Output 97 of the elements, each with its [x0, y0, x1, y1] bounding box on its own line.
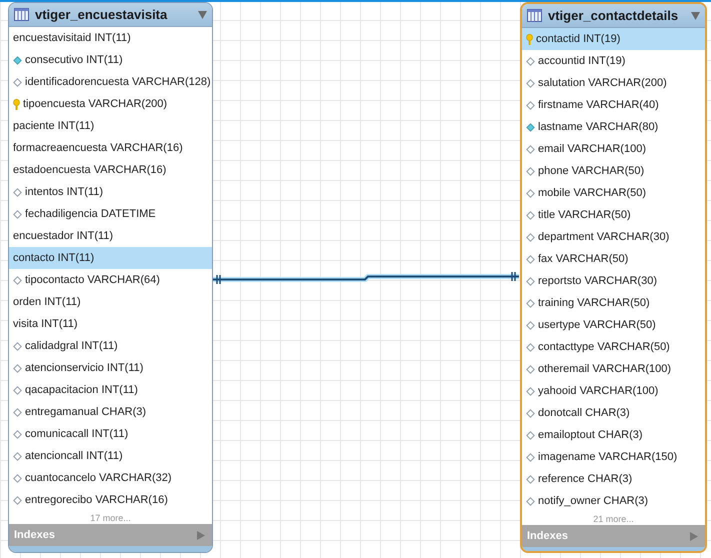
- column-label: notify_owner CHAR(3): [538, 494, 648, 509]
- column-label: estadoencuesta VARCHAR(16): [13, 162, 166, 178]
- key-icon: [526, 34, 533, 44]
- collapse-triangle-icon[interactable]: [691, 12, 700, 20]
- diamond-icon: [13, 342, 22, 350]
- column-label: imagename VARCHAR(150): [538, 450, 678, 465]
- column-row[interactable]: contactid INT(19): [522, 28, 705, 50]
- table-title: vtiger_contactdetails: [548, 6, 678, 25]
- collapse-triangle-icon[interactable]: [198, 10, 207, 18]
- diamond-icon: [13, 430, 22, 438]
- column-label: entregorecibo VARCHAR(16): [25, 492, 168, 508]
- diamond-icon: [526, 342, 535, 352]
- diamond-icon: [13, 474, 22, 482]
- column-label: email VARCHAR(100): [538, 142, 646, 157]
- diamond-icon: [526, 166, 535, 176]
- diamond-icon: [526, 210, 535, 220]
- diamond-icon: [13, 78, 22, 86]
- diamond-icon: [526, 78, 535, 88]
- column-row[interactable]: contacto INT(11): [9, 247, 212, 269]
- diamond-icon: [526, 298, 535, 308]
- column-label: title VARCHAR(50): [538, 208, 631, 223]
- diamond-icon: [526, 320, 535, 330]
- indexes-label: Indexes: [14, 528, 55, 543]
- column-label: qacapacitacion INT(11): [25, 382, 138, 398]
- table-header[interactable]: vtiger_encuestavisita: [9, 3, 212, 27]
- column-label: training VARCHAR(50): [538, 296, 650, 311]
- column-label: contacto INT(11): [13, 250, 94, 266]
- diamond-icon: [13, 276, 22, 284]
- diamond-icon: [526, 496, 535, 506]
- column-label: mobile VARCHAR(50): [538, 186, 646, 201]
- table-card[interactable]: [520, 2, 707, 553]
- column-label: fax VARCHAR(50): [538, 252, 628, 267]
- column-label: fechadiligencia DATETIME: [25, 206, 156, 222]
- column-label: phone VARCHAR(50): [538, 164, 644, 179]
- column-label: department VARCHAR(30): [538, 230, 670, 245]
- diamond-icon: [13, 364, 22, 372]
- expand-triangle-icon[interactable]: [690, 532, 698, 540]
- column-label: reference CHAR(3): [538, 472, 632, 487]
- table-icon: [14, 8, 29, 21]
- column-label: emailoptout CHAR(3): [538, 428, 643, 443]
- column-label: identificadorencuesta VARCHAR(128): [25, 74, 211, 90]
- diamond-icon: [526, 232, 535, 242]
- column-label: encuestavisitaid INT(11): [13, 30, 131, 46]
- column-label: lastname VARCHAR(80): [538, 120, 658, 135]
- column-label: atencioncall INT(11): [25, 448, 123, 464]
- diamond-icon: [13, 408, 22, 416]
- column-label: visita INT(11): [13, 316, 78, 332]
- column-label: paciente INT(11): [13, 118, 94, 134]
- column-label: donotcall CHAR(3): [538, 406, 630, 421]
- column-label: cuantocancelo VARCHAR(32): [25, 470, 172, 486]
- column-label: orden INT(11): [13, 294, 81, 310]
- column-label: yahooid VARCHAR(100): [538, 384, 658, 399]
- column-label: tipocontacto VARCHAR(64): [25, 272, 160, 288]
- diamond-icon: [526, 386, 535, 396]
- key-icon: [13, 98, 20, 110]
- diamond-icon: [526, 144, 535, 154]
- table-header[interactable]: vtiger_contactdetails: [522, 4, 705, 28]
- column-label: accountid INT(19): [538, 54, 626, 69]
- column-label: usertype VARCHAR(50): [538, 318, 656, 333]
- diamond-icon: [526, 122, 535, 132]
- diamond-icon: [526, 56, 535, 66]
- expand-triangle-icon[interactable]: [197, 530, 205, 540]
- diamond-icon: [526, 254, 535, 264]
- column-label: intentos INT(11): [25, 184, 104, 200]
- table-icon: [527, 9, 542, 22]
- column-label: atencionservicio INT(11): [25, 360, 144, 376]
- diamond-icon: [13, 56, 22, 64]
- column-label: calidadgral INT(11): [25, 338, 118, 354]
- table-card[interactable]: [8, 2, 213, 553]
- column-label: tipoencuesta VARCHAR(200): [23, 96, 168, 112]
- column-label: otheremail VARCHAR(100): [538, 362, 672, 377]
- column-label: firstname VARCHAR(40): [538, 98, 659, 113]
- diamond-icon: [13, 386, 22, 394]
- diamond-icon: [526, 408, 535, 418]
- diamond-icon: [526, 364, 535, 374]
- column-label: comunicacall INT(11): [25, 426, 128, 442]
- column-label: entregamanual CHAR(3): [25, 404, 146, 420]
- indexes-label: Indexes: [527, 528, 568, 544]
- table-title: vtiger_encuestavisita: [35, 6, 168, 24]
- diamond-icon: [13, 210, 22, 218]
- column-label: contacttype VARCHAR(50): [538, 340, 670, 355]
- diamond-icon: [526, 100, 535, 110]
- column-label: encuestador INT(11): [13, 228, 114, 244]
- column-label: contactid INT(19): [536, 32, 620, 47]
- column-label: reportsto VARCHAR(30): [538, 274, 657, 289]
- column-label: consecutivo INT(11): [25, 52, 123, 68]
- diamond-icon: [13, 452, 22, 460]
- relationship-line[interactable]: [213, 271, 519, 285]
- diamond-icon: [526, 188, 535, 198]
- diamond-icon: [526, 276, 535, 286]
- diamond-icon: [526, 474, 535, 484]
- diamond-icon: [526, 452, 535, 462]
- diamond-icon: [13, 496, 22, 504]
- column-label: formacreaencuesta VARCHAR(16): [13, 140, 183, 156]
- diamond-icon: [526, 430, 535, 440]
- diamond-icon: [13, 188, 22, 196]
- column-label: salutation VARCHAR(200): [538, 76, 667, 91]
